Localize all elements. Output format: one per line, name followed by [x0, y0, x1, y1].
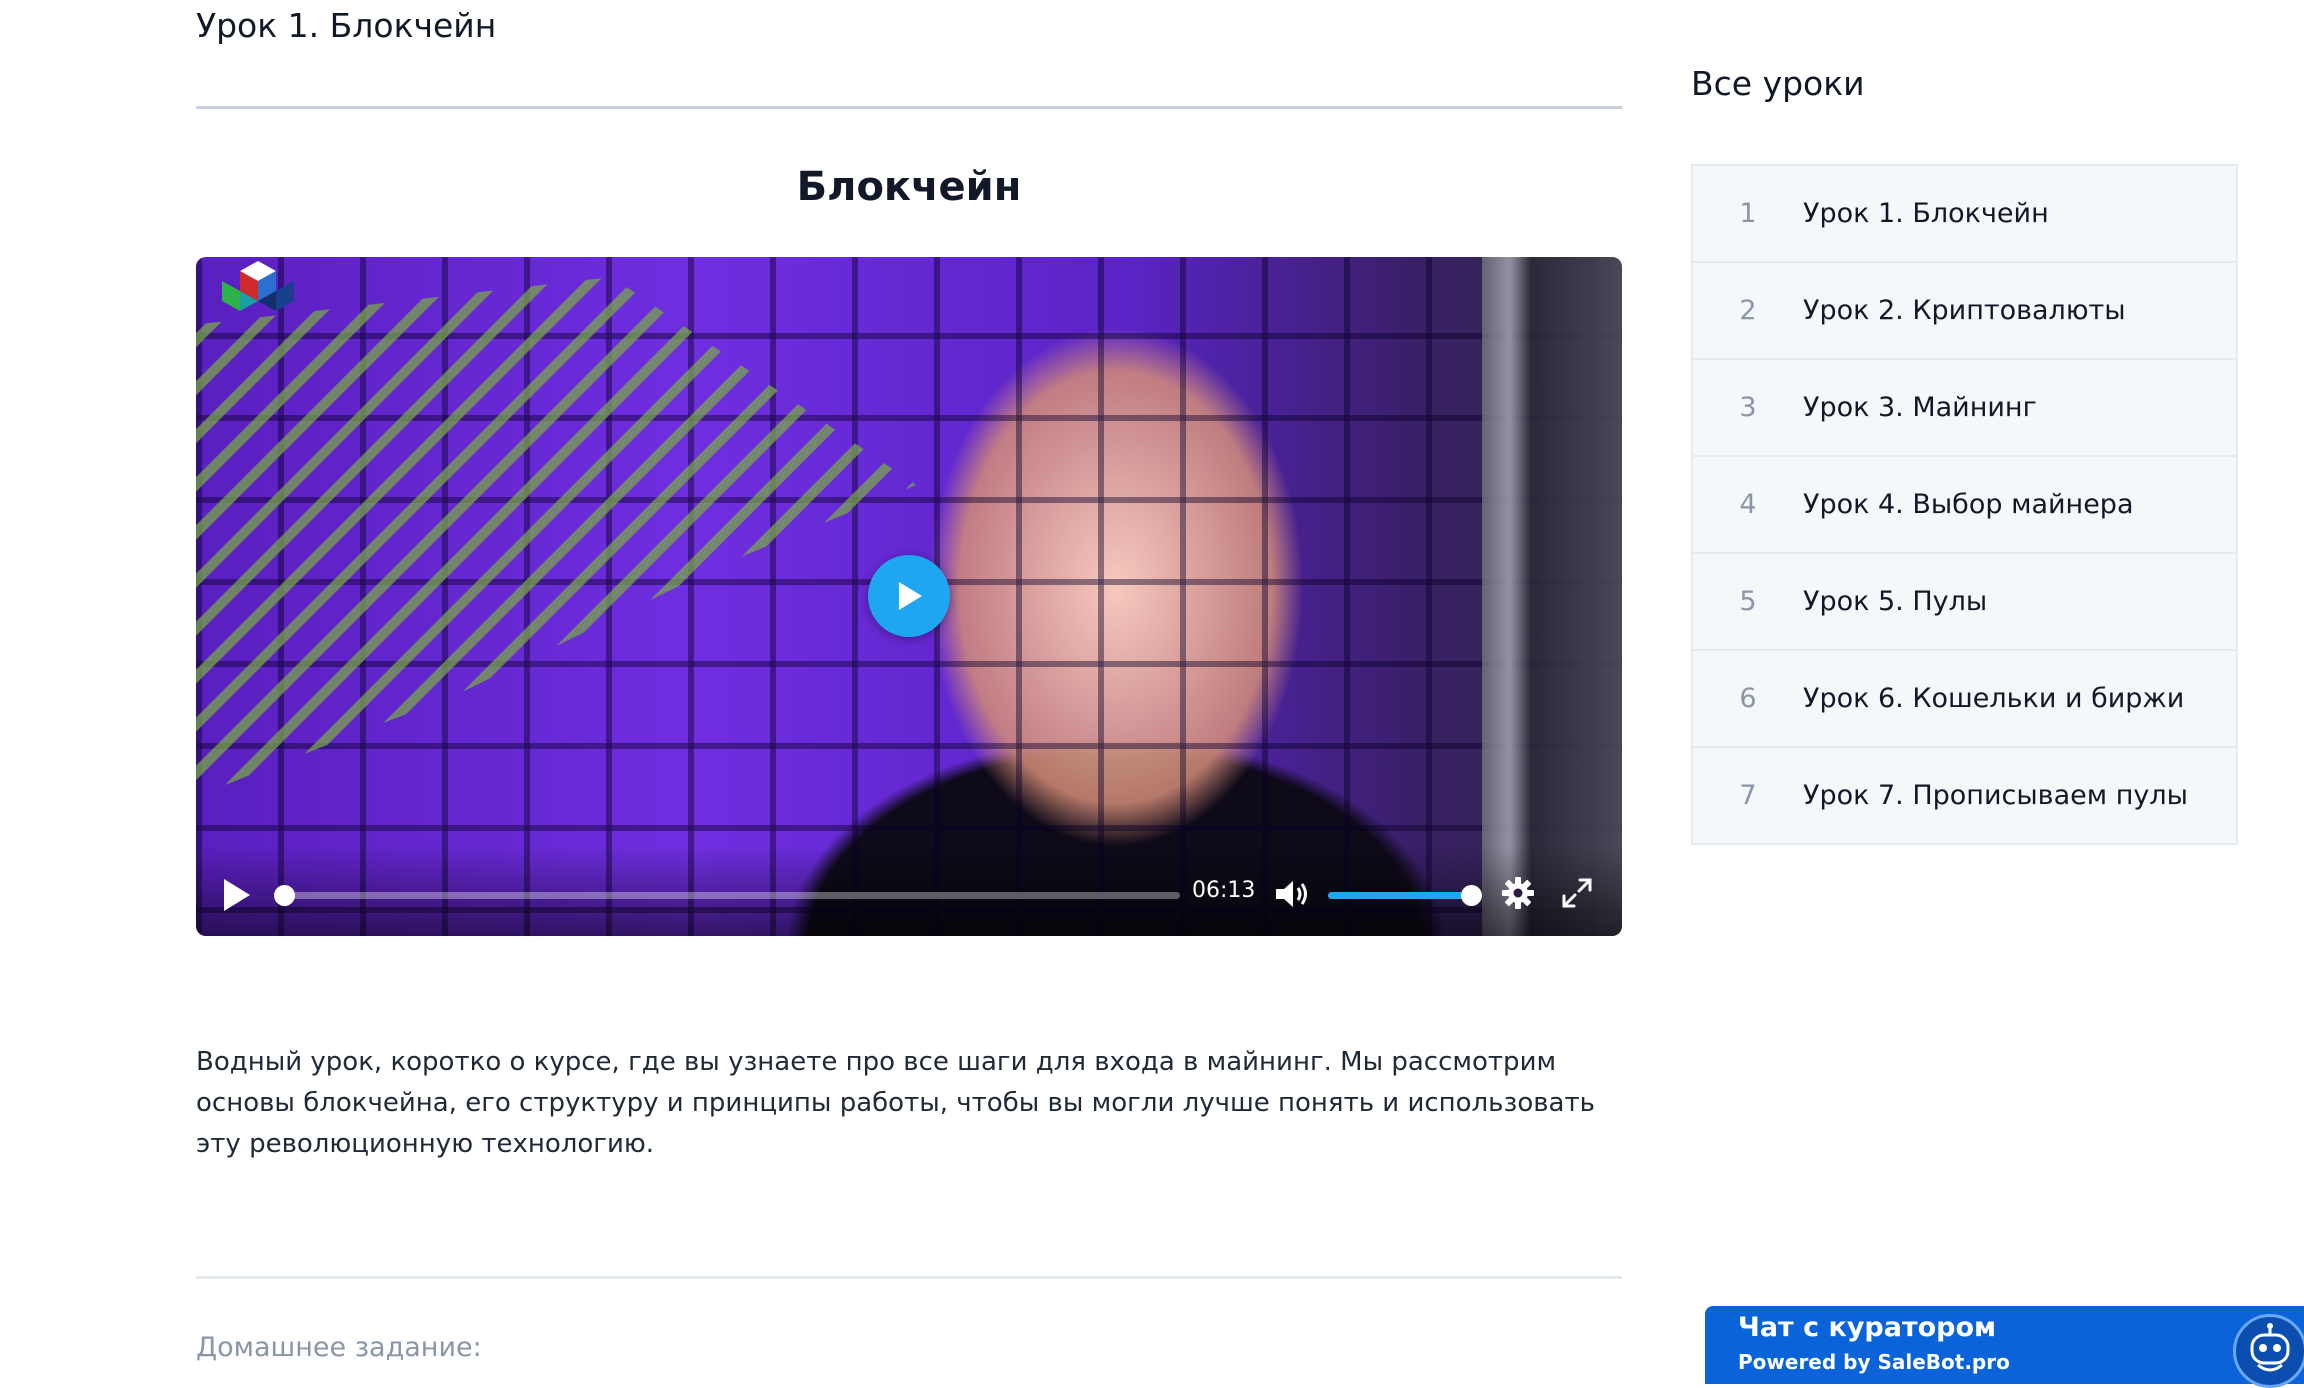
lesson-label: Урок 4. Выбор майнера [1803, 489, 2134, 520]
lesson-label: Урок 6. Кошельки и биржи [1803, 683, 2185, 714]
video-title: Блокчейн [796, 164, 1022, 210]
lesson-label: Урок 1. Блокчейн [1803, 198, 2049, 229]
big-play-button[interactable] [868, 555, 950, 637]
volume-level [1328, 892, 1472, 899]
header-divider [196, 106, 1622, 109]
lesson-item-3[interactable]: 3 Урок 3. Майнинг [1693, 358, 2236, 455]
volume-slider[interactable] [1328, 885, 1482, 906]
curator-chat-widget[interactable]: Чат с куратором Powered by SaleBot.pro [1705, 1306, 2304, 1388]
lesson-label: Урок 7. Прописываем пулы [1803, 780, 2188, 811]
sidebar-title: Все уроки [1691, 64, 1865, 103]
lesson-number: 4 [1739, 489, 1757, 520]
lesson-item-7[interactable]: 7 Урок 7. Прописываем пулы [1693, 746, 2236, 843]
chat-powered-by: Powered by SaleBot.pro [1738, 1350, 2010, 1374]
lesson-item-4[interactable]: 4 Урок 4. Выбор майнера [1693, 455, 2236, 552]
channel-logo-icon [222, 261, 294, 311]
lesson-number: 7 [1739, 780, 1757, 811]
progress-bar[interactable] [274, 885, 1180, 906]
settings-gear-icon[interactable] [1501, 876, 1535, 910]
video-duration: 06:13 [1192, 878, 1256, 903]
lesson-number: 6 [1739, 683, 1757, 714]
lesson-description: Водный урок, коротко о курсе, где вы узн… [196, 1047, 1595, 1159]
video-frame-rack [1482, 257, 1622, 936]
chat-bot-icon[interactable] [2233, 1314, 2304, 1388]
lesson-list: 1 Урок 1. Блокчейн 2 Урок 2. Криптовалют… [1691, 164, 2238, 845]
lesson-number: 5 [1739, 586, 1757, 617]
video-player[interactable]: 06:13 [196, 257, 1622, 936]
play-icon [899, 582, 922, 610]
lesson-label: Урок 2. Криптовалюты [1803, 295, 2126, 326]
video-controls: 06:13 [196, 846, 1622, 936]
lesson-item-2[interactable]: 2 Урок 2. Криптовалюты [1693, 261, 2236, 358]
homework-label: Домашнее задание: [196, 1332, 482, 1363]
lesson-number: 2 [1739, 295, 1757, 326]
lesson-item-5[interactable]: 5 Урок 5. Пулы [1693, 552, 2236, 649]
lesson-number: 1 [1739, 198, 1757, 229]
fullscreen-icon[interactable] [1560, 876, 1594, 910]
volume-icon[interactable] [1274, 878, 1310, 910]
lesson-label: Урок 5. Пулы [1803, 586, 1988, 617]
volume-handle[interactable] [1461, 885, 1482, 906]
lesson-header: Урок 1. Блокчейн [196, 6, 497, 45]
lesson-item-1[interactable]: 1 Урок 1. Блокчейн [1693, 166, 2236, 261]
lesson-item-6[interactable]: 6 Урок 6. Кошельки и биржи [1693, 649, 2236, 746]
content-divider [196, 1276, 1622, 1279]
play-control-icon[interactable] [222, 878, 252, 912]
lesson-label: Урок 3. Майнинг [1803, 392, 2037, 423]
lesson-number: 3 [1739, 392, 1757, 423]
chat-title: Чат с куратором [1738, 1312, 1997, 1343]
progress-handle[interactable] [274, 885, 295, 906]
